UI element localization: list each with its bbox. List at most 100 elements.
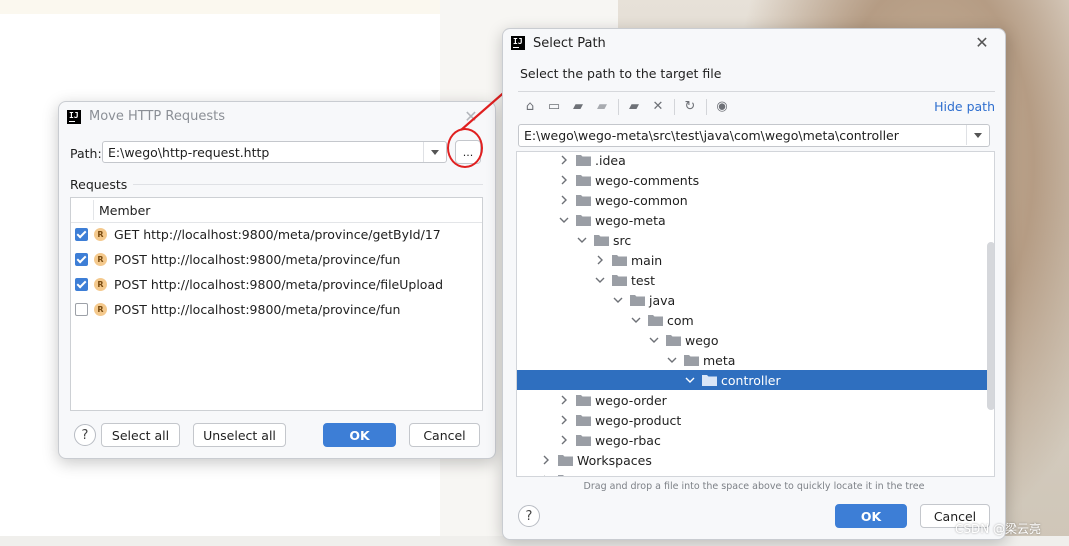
folder-name: java (649, 293, 676, 308)
watermark: CSDN @梁云亮 (955, 522, 1042, 536)
chevron-down-icon[interactable] (559, 215, 569, 225)
dialog-subtitle: Select the path to the target file (520, 66, 722, 81)
chevron-down-icon[interactable] (685, 375, 695, 385)
chevron-down-icon[interactable] (613, 295, 623, 305)
tree-node[interactable]: meta (517, 350, 994, 370)
table-row[interactable]: R POST http://localhost:9800/meta/provinc… (71, 298, 482, 323)
requests-table: Member R GET http://localhost:9800/meta/p… (70, 197, 483, 411)
table-header: Member (71, 198, 482, 223)
path-value: E:\wego\http-request.http (108, 145, 270, 160)
ok-button[interactable]: OK (323, 423, 396, 447)
table-row[interactable]: R POST http://localhost:9800/meta/provinc… (71, 248, 482, 273)
checkbox[interactable] (75, 228, 88, 241)
hide-path-link[interactable]: Hide path (934, 99, 995, 114)
tree-node[interactable]: wego-common (517, 190, 994, 210)
project-folder-icon[interactable]: ▰ (570, 99, 586, 115)
folder-icon (576, 214, 591, 226)
tree-node[interactable]: wego-meta (517, 210, 994, 230)
divider (518, 91, 995, 92)
chevron-right-icon[interactable] (541, 475, 551, 476)
title-bar[interactable]: IJ Select Path ✕ (503, 29, 1005, 59)
chevron-right-icon[interactable] (559, 395, 569, 405)
directory-tree[interactable]: .idea wego-comments wego-common wego-meta sr… (516, 151, 995, 477)
tree-node[interactable]: src (517, 230, 994, 250)
new-folder-icon[interactable]: ▰ (626, 99, 642, 115)
tree-node[interactable]: Workspaces (517, 450, 994, 470)
dialog-title: Select Path (533, 36, 606, 51)
request-label: POST http://localhost:9800/meta/province… (114, 302, 401, 317)
section-divider (133, 184, 483, 185)
chevron-right-icon[interactable] (595, 255, 605, 265)
refresh-icon[interactable]: ↻ (682, 99, 698, 115)
show-hidden-icon[interactable]: ◉ (714, 99, 730, 115)
tree-node[interactable]: main (517, 250, 994, 270)
desktop-icon[interactable]: ▭ (546, 99, 562, 115)
folder-name: src (613, 233, 632, 248)
folder-icon (558, 454, 573, 466)
chevron-down-icon[interactable] (649, 335, 659, 345)
home-icon[interactable]: ⌂ (522, 99, 538, 115)
folder-icon (612, 254, 627, 266)
dropdown-arrow-icon[interactable] (423, 142, 446, 162)
chevron-right-icon[interactable] (559, 155, 569, 165)
select-path-dialog: IJ Select Path ✕ Select the path to the … (502, 28, 1006, 540)
chevron-down-icon[interactable] (595, 275, 605, 285)
help-button[interactable]: ? (518, 505, 540, 527)
folder-icon (576, 194, 591, 206)
folder-icon (594, 234, 609, 246)
tree-node[interactable]: wego (517, 330, 994, 350)
folder-name: wego-product (595, 413, 682, 428)
tree-node[interactable]: java (517, 290, 994, 310)
folder-name: com (667, 313, 694, 328)
path-combobox[interactable]: E:\wego\http-request.http (102, 141, 447, 163)
request-badge-icon: R (94, 253, 107, 266)
chevron-down-icon[interactable] (577, 235, 587, 245)
request-badge-icon: R (94, 228, 107, 241)
unselect-all-button[interactable]: Unselect all (193, 423, 286, 447)
cancel-button[interactable]: Cancel (409, 423, 480, 447)
chevron-right-icon[interactable] (559, 175, 569, 185)
tree-node[interactable]: 下载 (517, 470, 994, 476)
chevron-down-icon[interactable] (667, 355, 677, 365)
request-label: GET http://localhost:9800/meta/province/… (114, 227, 441, 242)
select-all-button[interactable]: Select all (101, 423, 180, 447)
request-label: POST http://localhost:9800/meta/province… (114, 252, 401, 267)
checkbox[interactable] (75, 278, 88, 291)
folder-name: 下载 (577, 473, 602, 476)
delete-icon[interactable]: ✕ (650, 99, 666, 115)
ok-button[interactable]: OK (835, 504, 907, 528)
folder-name: Workspaces (577, 453, 652, 468)
tree-node[interactable]: wego-product (517, 410, 994, 430)
chevron-right-icon[interactable] (541, 455, 551, 465)
folder-icon (576, 414, 591, 426)
tree-node[interactable]: wego-rbac (517, 430, 994, 450)
tree-node[interactable]: test (517, 270, 994, 290)
table-row[interactable]: R POST http://localhost:9800/meta/provinc… (71, 273, 482, 298)
path-combobox[interactable]: E:\wego\wego-meta\src\test\java\com\wego… (518, 124, 990, 147)
tree-scrollbar[interactable] (987, 242, 994, 410)
module-folder-icon[interactable]: ▰ (594, 99, 610, 115)
folder-icon (576, 174, 591, 186)
dropdown-arrow-icon[interactable] (966, 125, 989, 145)
tree-node[interactable]: .idea (517, 152, 994, 170)
drag-drop-hint: Drag and drop a file into the space abov… (583, 481, 925, 492)
requests-label: Requests (70, 177, 128, 192)
table-row[interactable]: R GET http://localhost:9800/meta/province… (71, 223, 482, 248)
tree-node[interactable]: controller (517, 370, 994, 390)
chevron-down-icon[interactable] (631, 315, 641, 325)
checkbox[interactable] (75, 303, 88, 316)
chevron-right-icon[interactable] (559, 195, 569, 205)
tree-node[interactable]: com (517, 310, 994, 330)
tree-node[interactable]: wego-order (517, 390, 994, 410)
chevron-right-icon[interactable] (559, 435, 569, 445)
help-button[interactable]: ? (74, 424, 96, 446)
checkbox[interactable] (75, 253, 88, 266)
chevron-right-icon[interactable] (559, 415, 569, 425)
toolbar: ⌂ ▭ ▰ ▰ ▰ ✕ ↻ ◉ Hide path (518, 95, 995, 119)
close-icon[interactable]: ✕ (974, 35, 990, 51)
tree-node[interactable]: wego-comments (517, 170, 994, 190)
path-label: Path: (70, 146, 102, 161)
request-label: POST http://localhost:9800/meta/province… (114, 277, 444, 292)
folder-name: wego-common (595, 193, 688, 208)
title-bar[interactable]: IJ Move HTTP Requests ✕ (59, 102, 495, 132)
